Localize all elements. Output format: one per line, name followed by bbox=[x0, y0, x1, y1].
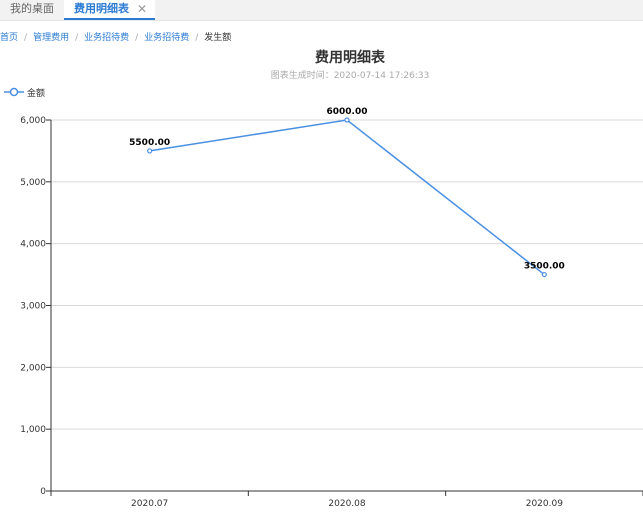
data-point bbox=[541, 271, 547, 278]
data-point bbox=[344, 117, 350, 123]
y-tick-label: 5,000 bbox=[20, 178, 46, 188]
y-tick-label: 1,000 bbox=[20, 425, 46, 435]
x-tick-label: 2020.08 bbox=[328, 499, 365, 509]
data-label: 6000.00 bbox=[327, 107, 368, 117]
y-tick-label: 0 bbox=[40, 487, 46, 497]
data-label: 3500.00 bbox=[524, 262, 565, 272]
y-tick-label: 2,000 bbox=[20, 363, 46, 373]
series-line bbox=[149, 119, 545, 276]
data-point bbox=[147, 148, 153, 154]
data-label: 5500.00 bbox=[129, 138, 170, 148]
y-tick-label: 3,000 bbox=[20, 302, 46, 312]
y-tick-label: 6,000 bbox=[20, 116, 46, 126]
line-chart: 0 1,000 2,000 3,000 4,000 5,000 6,000 2020.07 20… bbox=[20, 107, 643, 509]
x-tick-label: 2020.09 bbox=[526, 499, 563, 509]
x-tick-label: 2020.07 bbox=[131, 499, 168, 509]
y-tick-label: 4,000 bbox=[20, 240, 46, 250]
